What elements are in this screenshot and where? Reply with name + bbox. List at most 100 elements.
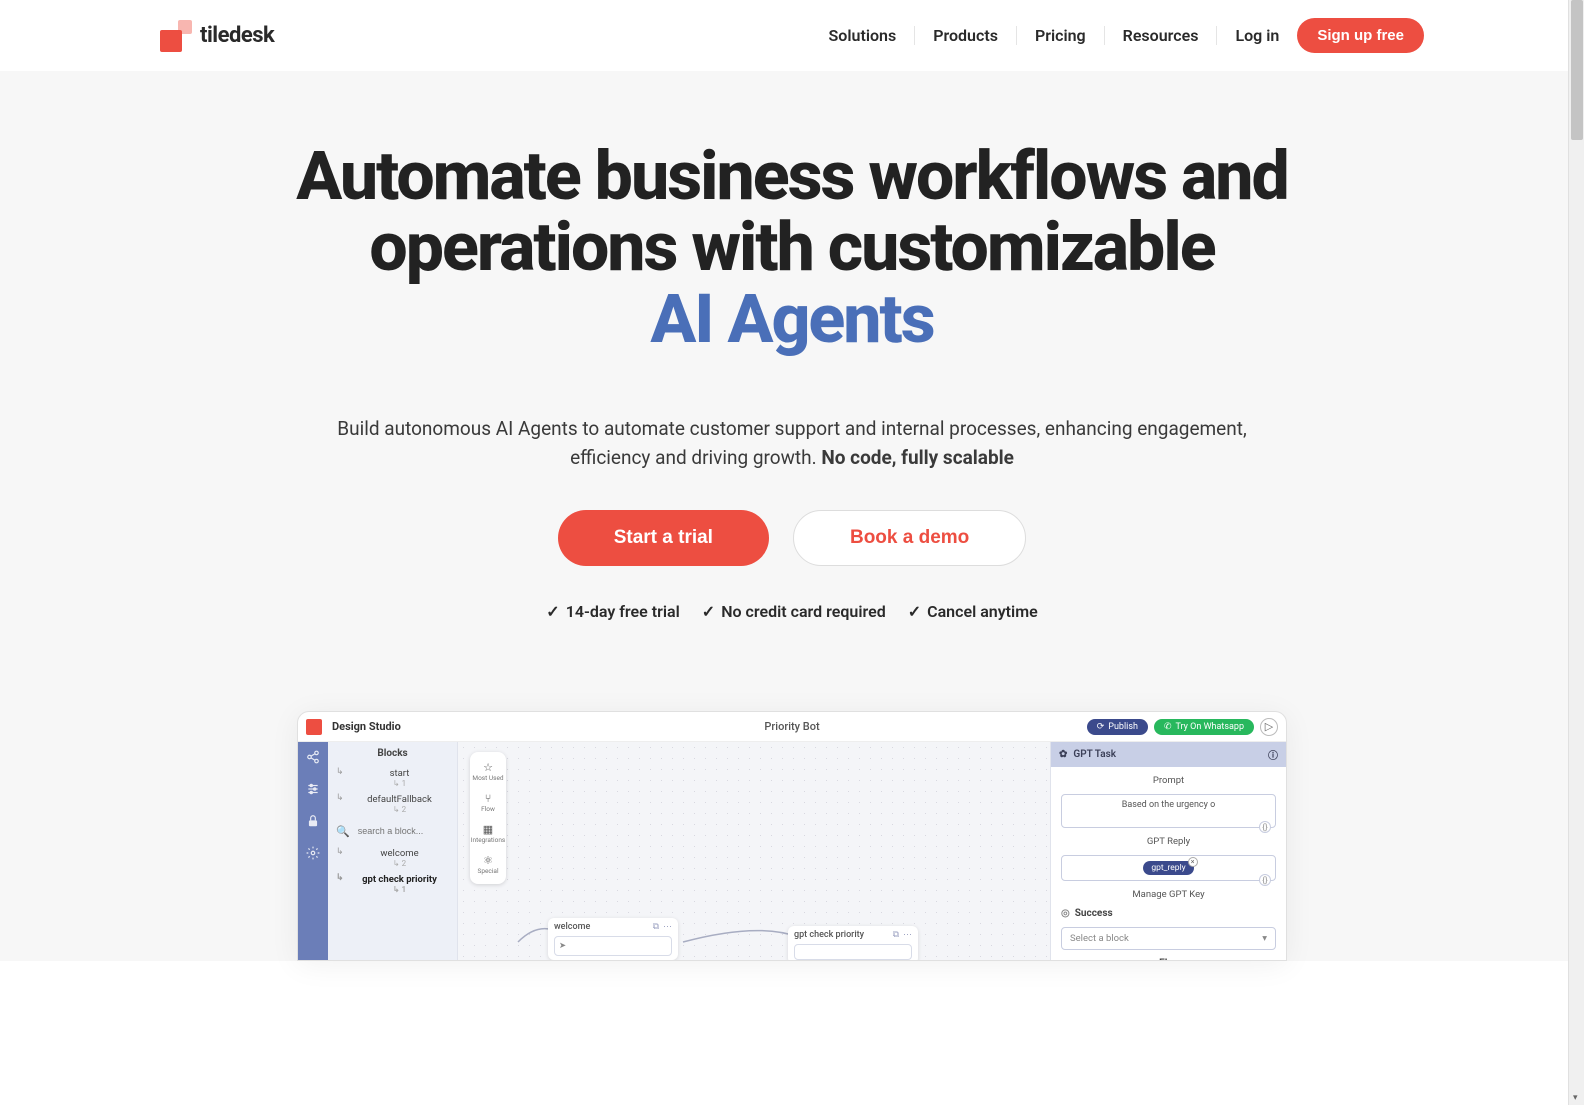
toolbar-special[interactable]: ⚛ Special <box>470 851 506 878</box>
sidebar-item-meta: ↳ 2 <box>350 805 449 814</box>
whatsapp-icon: ✆ <box>1164 722 1172 732</box>
chip-label: gpt_reply <box>1151 863 1185 873</box>
signup-button[interactable]: Sign up free <box>1297 18 1424 53</box>
book-demo-button[interactable]: Book a demo <box>793 510 1026 566</box>
node-title-label: gpt check priority <box>794 930 864 940</box>
flow-icon: ⑂ <box>482 792 494 804</box>
sidebar-item-start[interactable]: start ↳ 1 <box>336 765 449 791</box>
scrollbar-down-icon[interactable]: ▾ <box>1573 1093 1578 1103</box>
gpt-reply-input[interactable]: gpt_reply × {} <box>1061 855 1276 881</box>
feature-no-card: No credit card required <box>702 602 886 621</box>
tiledesk-logo-icon <box>160 20 192 52</box>
sidebar-search[interactable]: 🔍 <box>336 817 449 845</box>
app-body: Blocks start ↳ 1 defaultFallback ↳ 2 🔍 w… <box>298 742 1286 960</box>
nav-resources[interactable]: Resources <box>1105 26 1218 45</box>
nav-products[interactable]: Products <box>915 26 1017 45</box>
info-icon[interactable]: ⓘ <box>1268 747 1278 762</box>
node-body: ➤ <box>554 936 672 956</box>
hero-title: Automate business workflows and operatio… <box>160 141 1424 355</box>
toolbar-flow[interactable]: ⑂ Flow <box>470 789 506 816</box>
more-icon[interactable]: ⋯ <box>663 922 672 932</box>
remove-chip-icon[interactable]: × <box>1188 857 1198 867</box>
chevron-down-icon: ▾ <box>1262 933 1267 944</box>
success-block-select[interactable]: Select a block ▾ <box>1061 927 1276 950</box>
copy-icon[interactable]: ⧉ <box>893 930 899 940</box>
design-studio-label: Design Studio <box>332 720 401 733</box>
hero-title-line1: Automate business workflows and <box>296 136 1288 216</box>
lock-icon[interactable] <box>306 814 320 828</box>
share-icon[interactable] <box>306 750 320 764</box>
scrollbar-thumb[interactable] <box>1571 0 1583 140</box>
bot-name-label: Priority Bot <box>764 720 819 733</box>
select-placeholder: Select a block <box>1070 933 1129 944</box>
sliders-icon[interactable] <box>306 782 320 796</box>
brand-logo[interactable]: tiledesk <box>160 20 274 52</box>
right-panel-body: Prompt Based on the urgency o {} GPT Rep… <box>1051 767 1286 961</box>
search-input[interactable] <box>354 823 449 839</box>
gpt-reply-chip[interactable]: gpt_reply × <box>1143 861 1193 875</box>
hero-features: 14-day free trial No credit card require… <box>160 602 1424 621</box>
insert-variable-icon[interactable]: {} <box>1259 874 1271 886</box>
search-icon: 🔍 <box>336 825 350 838</box>
copy-icon[interactable]: ⧉ <box>653 922 659 932</box>
sidebar-item-label: start <box>390 768 410 779</box>
target-icon: ◎ <box>1061 908 1070 919</box>
prompt-input[interactable]: Based on the urgency o {} <box>1061 794 1276 828</box>
prompt-value: Based on the urgency o <box>1122 800 1216 810</box>
start-trial-button[interactable]: Start a trial <box>558 510 769 566</box>
more-icon[interactable]: ⋯ <box>903 930 912 940</box>
sidebar-item-defaultfallback[interactable]: defaultFallback ↳ 2 <box>336 791 449 817</box>
whatsapp-label: Try On Whatsapp <box>1176 722 1244 732</box>
hero-title-line2: operations with customizable <box>369 207 1214 287</box>
toolbar-label: Special <box>477 867 498 875</box>
refresh-icon: ⟳ <box>1097 722 1105 732</box>
nav-solutions[interactable]: Solutions <box>811 26 916 45</box>
app-canvas[interactable]: ☆ Most Used ⑂ Flow ▦ Integrations ⚛ Spec… <box>458 742 1050 960</box>
sidebar-item-welcome[interactable]: welcome ↳ 2 <box>336 845 449 871</box>
send-icon: ➤ <box>559 941 566 951</box>
site-header: tiledesk Solutions Products Pricing Reso… <box>0 0 1584 71</box>
blocks-heading: Blocks <box>336 748 449 759</box>
play-button[interactable]: ▷ <box>1260 718 1278 736</box>
panel-title: GPT Task <box>1073 749 1116 760</box>
sidebar-item-gpt-check-priority[interactable]: gpt check priority ↳ 1 <box>336 871 449 897</box>
publish-label: Publish <box>1108 722 1138 732</box>
nav-login[interactable]: Log in <box>1235 26 1279 45</box>
play-icon: ▷ <box>1265 720 1273 733</box>
toolbar-most-used[interactable]: ☆ Most Used <box>470 758 506 785</box>
special-icon: ⚛ <box>482 854 494 866</box>
try-whatsapp-button[interactable]: ✆ Try On Whatsapp <box>1154 719 1254 735</box>
hero-subtitle-text: Build autonomous AI Agents to automate c… <box>337 417 1246 469</box>
app-iconbar <box>298 742 328 960</box>
canvas-toolbar: ☆ Most Used ⑂ Flow ▦ Integrations ⚛ Spec… <box>470 752 506 884</box>
gpt-icon: ✿ <box>1059 749 1067 760</box>
nav-pricing[interactable]: Pricing <box>1017 26 1105 45</box>
prompt-label: Prompt <box>1061 775 1276 786</box>
app-preview: Design Studio Priority Bot ⟳ Publish ✆ T… <box>297 711 1287 961</box>
canvas-node-gpt-check-priority[interactable]: gpt check priority ⧉ ⋯ <box>788 926 918 961</box>
sidebar-item-meta: ↳ 2 <box>350 859 449 868</box>
sidebar-item-meta: ↳ 1 <box>350 885 449 894</box>
app-logo-icon <box>306 719 322 735</box>
app-right-panel: ✿ GPT Task ⓘ Prompt Based on the urgency… <box>1050 742 1286 960</box>
publish-button[interactable]: ⟳ Publish <box>1087 719 1148 735</box>
hero-section: Automate business workflows and operatio… <box>0 71 1584 961</box>
sidebar-item-meta: ↳ 1 <box>350 779 449 788</box>
cta-row: Start a trial Book a demo <box>160 510 1424 566</box>
app-sidebar: Blocks start ↳ 1 defaultFallback ↳ 2 🔍 w… <box>328 742 458 960</box>
toolbar-integrations[interactable]: ▦ Integrations <box>470 820 506 847</box>
node-body <box>794 944 912 960</box>
node-title-label: welcome <box>554 922 590 932</box>
browser-scrollbar[interactable]: ▴ ▾ <box>1568 0 1584 1105</box>
right-panel-header: ✿ GPT Task ⓘ <box>1051 742 1286 767</box>
insert-variable-icon[interactable]: {} <box>1259 821 1271 833</box>
hero-subtitle: Build autonomous AI Agents to automate c… <box>302 415 1282 472</box>
sidebar-item-label: gpt check priority <box>362 874 437 885</box>
star-icon: ☆ <box>482 761 494 773</box>
grid-icon: ▦ <box>482 823 494 835</box>
gear-icon[interactable] <box>306 846 320 860</box>
manage-gpt-key-link[interactable]: Manage GPT Key <box>1061 889 1276 900</box>
gpt-reply-label: GPT Reply <box>1061 836 1276 847</box>
hero-subtitle-bold: No code, fully scalable <box>821 446 1014 469</box>
canvas-node-welcome[interactable]: welcome ⧉ ⋯ ➤ <box>548 918 678 960</box>
